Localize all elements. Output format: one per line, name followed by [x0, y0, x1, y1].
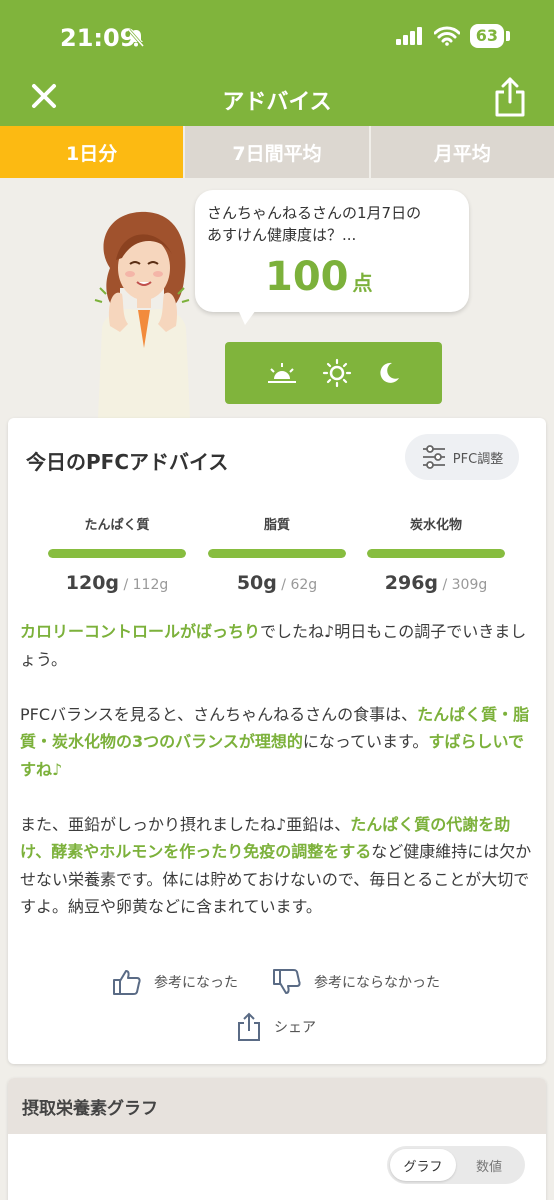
metric-progress-fill [367, 549, 505, 558]
nutrient-graph-card: 摂取栄養素グラフ グラフ 数値 [8, 1078, 546, 1200]
metric-actual: 120g [65, 572, 120, 594]
metric-fat: 脂質 50g / 62g [208, 514, 346, 594]
thumbs-up-icon [113, 970, 141, 995]
graph-view-toggle: グラフ 数値 [387, 1146, 525, 1184]
thumbs-down-icon [273, 969, 301, 994]
app-header: 21:09 63 アドバイス [0, 0, 554, 126]
toggle-values[interactable]: 数値 [456, 1149, 522, 1181]
tab-one-day[interactable]: 1日分 [0, 126, 186, 178]
metric-progress-fill [208, 549, 346, 558]
share-icon[interactable] [494, 76, 526, 118]
metric-progress-bar [208, 549, 346, 558]
advice-paragraph: PFCバランスを見ると、さんちゃんねるさんの食事は、たんぱく質・脂質・炭水化物の… [20, 701, 538, 784]
page-title: アドバイス [222, 90, 332, 115]
share-label: シェア [274, 1020, 316, 1036]
health-score: 100 点 [265, 254, 373, 300]
tab-seven-day-average[interactable]: 7日間平均 [185, 126, 371, 178]
sunrise-icon[interactable] [266, 361, 298, 385]
advice-highlight: カロリーコントロールがばっちり [20, 622, 261, 641]
advice-paragraph: カロリーコントロールがばっちりでしたね♪明日もこの調子でいきましょう。 [20, 618, 538, 673]
advisor-avatar [94, 211, 190, 418]
share-advice-button[interactable]: シェア [236, 1012, 316, 1042]
metric-carbs: 炭水化物 296g / 309g [367, 514, 505, 594]
sun-icon[interactable] [322, 358, 352, 388]
metric-target: / 112g [119, 577, 169, 593]
pfc-adjust-button[interactable]: PFC調整 [405, 434, 519, 480]
toggle-graph[interactable]: グラフ [390, 1149, 456, 1181]
battery-cap [506, 31, 510, 41]
period-tabs: 1日分 7日間平均 月平均 [0, 126, 554, 178]
metric-value: 120g / 112g [48, 572, 186, 594]
sliders-icon [422, 445, 445, 469]
time-of-day-selector [225, 342, 442, 404]
advice-text-segment: PFCバランスを見ると、さんちゃんねるさんの食事は、 [20, 704, 418, 724]
bubble-tail [235, 303, 261, 325]
bell-muted-icon [127, 29, 145, 47]
metric-progress-fill [48, 549, 186, 558]
metric-protein: たんぱく質 120g / 112g [48, 514, 186, 594]
score-bubble: さんちゃんねるさんの1月7日の あすけん健康度は？... 100 点 [195, 190, 469, 312]
status-time: 21:09 [60, 24, 137, 52]
advice-text-segment: になっています。 [302, 732, 429, 751]
metric-progress-bar [48, 549, 186, 558]
moon-icon[interactable] [376, 360, 402, 386]
card-title: 今日のPFCアドバイス [26, 450, 229, 474]
metric-target: / 62g [276, 577, 318, 593]
not-helpful-button[interactable]: 参考にならなかった [272, 968, 440, 996]
metric-target: / 309g [438, 577, 488, 593]
score-question-line2: あすけん健康度は？... [207, 226, 357, 244]
helpful-button[interactable]: 参考になった [112, 968, 238, 996]
metric-label: 炭水化物 [409, 518, 462, 533]
metric-actual: 296g [384, 572, 439, 594]
metric-value: 296g / 309g [367, 572, 505, 594]
tab-monthly-average[interactable]: 月平均 [371, 126, 554, 178]
metric-actual: 50g [236, 572, 277, 594]
advice-text-segment: また、亜鉛がしっかり摂れましたね♪亜鉛は、 [20, 814, 351, 834]
graph-card-title: 摂取栄養素グラフ [8, 1078, 546, 1134]
score-question-line1: さんちゃんねるさんの1月7日の [207, 204, 422, 222]
health-score-unit: 点 [352, 271, 373, 295]
advice-paragraph: また、亜鉛がしっかり摂れましたね♪亜鉛は、たんぱく質の代謝を助け、酵素やホルモン… [20, 811, 538, 921]
metric-label: たんぱく質 [84, 518, 150, 533]
pfc-adjust-label: PFC調整 [452, 451, 504, 467]
battery-indicator: 63 [469, 24, 504, 48]
metric-value: 50g / 62g [208, 572, 346, 594]
signal-icon [395, 27, 422, 45]
share-icon [238, 1012, 260, 1041]
metric-label: 脂質 [263, 518, 290, 533]
helpful-label: 参考になった [154, 975, 238, 991]
not-helpful-label: 参考にならなかった [314, 975, 440, 991]
metric-progress-bar [367, 549, 505, 558]
score-question: さんちゃんねるさんの1月7日の あすけん健康度は？... [207, 202, 462, 246]
status-indicators: 63 [395, 24, 510, 48]
health-score-value: 100 [265, 254, 349, 300]
advice-text: カロリーコントロールがばっちりでしたね♪明日もこの調子でいきましょう。 PFCバ… [20, 618, 538, 948]
wifi-icon [433, 26, 460, 46]
pfc-advice-card: 今日のPFCアドバイス PFC調整 たんぱく質 120g / 112g 脂質 5… [8, 418, 546, 1064]
